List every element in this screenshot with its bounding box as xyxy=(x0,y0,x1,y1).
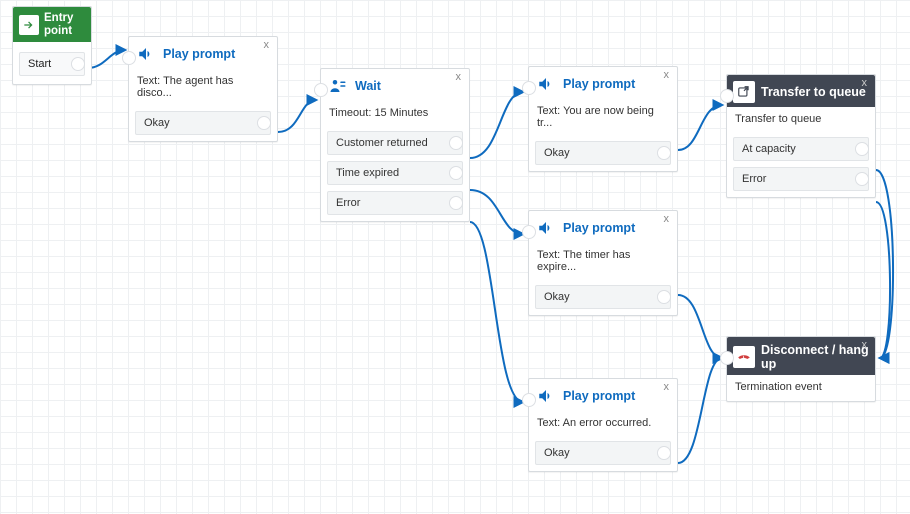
hangup-icon xyxy=(733,346,755,368)
out-label: Okay xyxy=(544,147,570,159)
close-icon[interactable]: x xyxy=(660,67,674,83)
out-label: Time expired xyxy=(336,167,399,179)
out-label: At capacity xyxy=(742,143,796,155)
out-label: Error xyxy=(742,173,766,185)
entry-out-start[interactable]: Start xyxy=(19,52,85,76)
entry-point-node[interactable]: Entry point Start xyxy=(12,6,92,85)
node-header: Play prompt xyxy=(529,211,677,243)
node-header: Play prompt xyxy=(529,67,677,99)
node-body: Transfer to queue xyxy=(727,107,875,133)
speaker-icon xyxy=(135,43,157,65)
play-prompt-node-1[interactable]: x Play prompt Text: The agent has disco.… xyxy=(128,36,278,142)
output-port[interactable] xyxy=(657,146,671,160)
input-port[interactable] xyxy=(522,225,536,239)
output-port[interactable] xyxy=(657,290,671,304)
input-port[interactable] xyxy=(122,51,136,65)
output-port[interactable] xyxy=(449,166,463,180)
node-body: Timeout: 15 Minutes xyxy=(321,101,469,127)
wait-icon xyxy=(327,75,349,97)
out-error[interactable]: Error xyxy=(327,191,463,215)
node-title: Play prompt xyxy=(163,47,235,61)
node-header: Play prompt xyxy=(529,379,677,411)
node-body: Termination event xyxy=(727,375,875,401)
play-prompt-node-2[interactable]: x Play prompt Text: You are now being tr… xyxy=(528,66,678,172)
queue-icon xyxy=(733,81,755,103)
out-label: Okay xyxy=(544,447,570,459)
input-port[interactable] xyxy=(720,89,734,103)
output-port[interactable] xyxy=(257,116,271,130)
node-body: Text: The timer has expire... xyxy=(529,243,677,281)
speaker-icon xyxy=(535,385,557,407)
entry-arrow-icon xyxy=(19,15,39,35)
out-label: Okay xyxy=(144,117,170,129)
node-header: Play prompt xyxy=(129,37,277,69)
out-time-expired[interactable]: Time expired xyxy=(327,161,463,185)
output-port[interactable] xyxy=(855,172,869,186)
output-port[interactable] xyxy=(449,136,463,150)
node-title: Play prompt xyxy=(563,389,635,403)
node-body: Text: An error occurred. xyxy=(529,411,677,437)
input-port[interactable] xyxy=(522,393,536,407)
speaker-icon xyxy=(535,73,557,95)
entry-point-header: Entry point xyxy=(13,7,91,42)
out-okay[interactable]: Okay xyxy=(535,141,671,165)
node-title: Wait xyxy=(355,79,381,93)
output-port[interactable] xyxy=(657,446,671,460)
speaker-icon xyxy=(535,217,557,239)
output-port[interactable] xyxy=(855,142,869,156)
input-port[interactable] xyxy=(720,351,734,365)
input-port[interactable] xyxy=(314,83,328,97)
out-label: Okay xyxy=(544,291,570,303)
output-port[interactable] xyxy=(449,196,463,210)
transfer-to-queue-node[interactable]: x Transfer to queue Transfer to queue At… xyxy=(726,74,876,198)
out-at-capacity[interactable]: At capacity xyxy=(733,137,869,161)
input-port[interactable] xyxy=(522,81,536,95)
node-body: Text: You are now being tr... xyxy=(529,99,677,137)
play-prompt-node-3[interactable]: x Play prompt Text: The timer has expire… xyxy=(528,210,678,316)
out-label: Customer returned xyxy=(336,137,428,149)
out-label: Error xyxy=(336,197,360,209)
node-title: Play prompt xyxy=(563,221,635,235)
node-title: Play prompt xyxy=(563,77,635,91)
close-icon[interactable]: x xyxy=(660,379,674,395)
out-okay[interactable]: Okay xyxy=(535,285,671,309)
close-icon[interactable]: x xyxy=(260,37,274,53)
close-icon[interactable]: x xyxy=(452,69,466,85)
node-title: Disconnect / hang up xyxy=(761,343,869,371)
out-error[interactable]: Error xyxy=(733,167,869,191)
out-customer-returned[interactable]: Customer returned xyxy=(327,131,463,155)
disconnect-node[interactable]: x Disconnect / hang up Termination event xyxy=(726,336,876,402)
entry-title: Entry point xyxy=(44,12,85,37)
close-icon[interactable]: x xyxy=(858,75,872,91)
out-okay[interactable]: Okay xyxy=(135,111,271,135)
node-header: Disconnect / hang up xyxy=(727,337,875,375)
out-okay[interactable]: Okay xyxy=(535,441,671,465)
node-title: Transfer to queue xyxy=(761,85,866,99)
close-icon[interactable]: x xyxy=(858,337,872,353)
node-header: Wait xyxy=(321,69,469,101)
close-icon[interactable]: x xyxy=(660,211,674,227)
output-port[interactable] xyxy=(71,57,85,71)
wait-node[interactable]: x Wait Timeout: 15 Minutes Customer retu… xyxy=(320,68,470,222)
entry-out-label: Start xyxy=(28,58,51,70)
node-header: Transfer to queue xyxy=(727,75,875,107)
play-prompt-node-4[interactable]: x Play prompt Text: An error occurred. O… xyxy=(528,378,678,472)
node-body: Text: The agent has disco... xyxy=(129,69,277,107)
